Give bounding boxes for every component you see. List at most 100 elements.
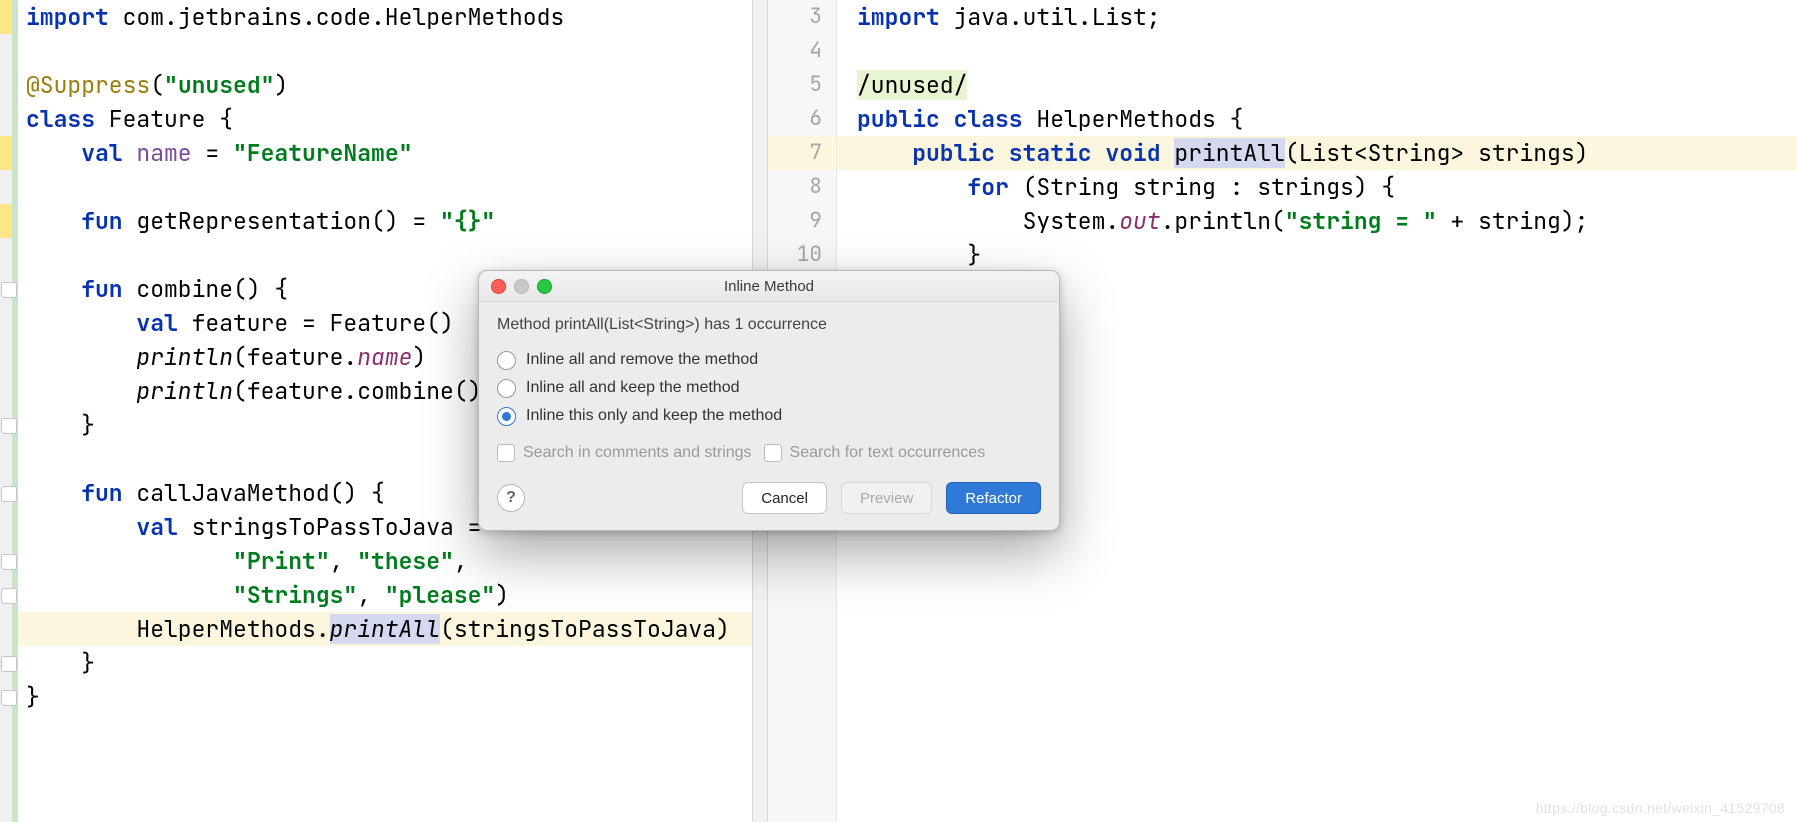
help-button[interactable]: ? bbox=[497, 484, 525, 512]
fold-icon[interactable] bbox=[1, 690, 17, 706]
code-token bbox=[26, 444, 40, 474]
code-token: (stringsToPassToJava) bbox=[440, 614, 730, 644]
checkbox-row: Search in comments and strings Search fo… bbox=[497, 444, 1041, 462]
radio-icon[interactable] bbox=[497, 379, 516, 398]
code-token: import bbox=[26, 2, 123, 32]
code-token: fun bbox=[81, 274, 136, 304]
code-line[interactable]: class Feature { bbox=[0, 102, 752, 136]
dialog-button-row: ? Cancel Preview Refactor bbox=[497, 482, 1041, 514]
code-line[interactable]: "Print", "these", bbox=[0, 544, 752, 578]
dialog-titlebar[interactable]: Inline Method bbox=[479, 271, 1059, 302]
code-token: class bbox=[26, 104, 109, 134]
code-token: = bbox=[192, 138, 233, 168]
code-line[interactable] bbox=[0, 34, 752, 68]
code-line[interactable] bbox=[837, 34, 1797, 68]
code-line[interactable]: import java.util.List; bbox=[837, 0, 1797, 34]
line-number: 10 bbox=[768, 238, 836, 272]
cancel-button[interactable]: Cancel bbox=[742, 482, 827, 514]
code-token: (String string : strings) { bbox=[1023, 172, 1396, 202]
code-line[interactable] bbox=[0, 170, 752, 204]
code-line[interactable]: public class HelperMethods { bbox=[837, 102, 1797, 136]
inline-method-dialog: Inline Method Method printAll(List<Strin… bbox=[478, 270, 1060, 531]
right-code-area[interactable]: import java.util.List; /unused/public cl… bbox=[837, 0, 1797, 272]
code-token: val bbox=[136, 512, 191, 542]
code-line[interactable] bbox=[0, 238, 752, 272]
fold-icon[interactable] bbox=[1, 486, 17, 502]
refactor-label: Refactor bbox=[965, 490, 1022, 507]
code-token: , bbox=[357, 580, 385, 610]
code-token: fun bbox=[81, 206, 136, 236]
code-token bbox=[26, 342, 136, 372]
code-line[interactable]: } bbox=[837, 238, 1797, 272]
code-line[interactable]: for (String string : strings) { bbox=[837, 170, 1797, 204]
code-line[interactable]: val name = "FeatureName" bbox=[0, 136, 752, 170]
code-token bbox=[857, 172, 967, 202]
line-number: 5 bbox=[768, 68, 836, 102]
close-icon[interactable] bbox=[491, 279, 506, 294]
code-token: val bbox=[136, 308, 191, 338]
code-token: "{}" bbox=[440, 206, 495, 236]
radio-icon[interactable] bbox=[497, 351, 516, 370]
code-token: println bbox=[136, 376, 233, 406]
code-token: name bbox=[357, 342, 412, 372]
code-token: , bbox=[330, 546, 358, 576]
radio-option[interactable]: Inline all and keep the method bbox=[497, 374, 1041, 402]
search-text-checkbox[interactable] bbox=[764, 444, 782, 462]
code-token: fun bbox=[81, 478, 136, 508]
fold-icon[interactable] bbox=[1, 418, 17, 434]
code-token: "unused" bbox=[164, 70, 274, 100]
line-number: 9 bbox=[768, 204, 836, 238]
code-line[interactable]: HelperMethods.printAll(stringsToPassToJa… bbox=[0, 612, 752, 646]
search-comments-checkbox[interactable] bbox=[497, 444, 515, 462]
fold-icon[interactable] bbox=[1, 656, 17, 672]
code-token: (List<String> strings) bbox=[1285, 138, 1589, 168]
code-line[interactable]: import com.jetbrains.code.HelperMethods bbox=[0, 0, 752, 34]
zoom-icon[interactable] bbox=[537, 279, 552, 294]
code-line[interactable]: } bbox=[0, 680, 752, 714]
fold-icon[interactable] bbox=[1, 588, 17, 604]
code-token: } bbox=[26, 648, 95, 678]
fold-icon[interactable] bbox=[1, 282, 17, 298]
code-line[interactable]: System.out.println("string = " + string)… bbox=[837, 204, 1797, 238]
radio-option[interactable]: Inline this only and keep the method bbox=[497, 402, 1041, 430]
change-marker bbox=[0, 136, 12, 170]
code-token: @Suppress bbox=[26, 70, 150, 100]
code-token: for bbox=[967, 172, 1022, 202]
code-token bbox=[26, 512, 136, 542]
code-token bbox=[26, 546, 233, 576]
code-token bbox=[26, 172, 40, 202]
code-line[interactable]: fun getRepresentation() = "{}" bbox=[0, 204, 752, 238]
fold-icon[interactable] bbox=[1, 554, 17, 570]
code-token: .println( bbox=[1161, 206, 1285, 236]
code-token: "string = " bbox=[1285, 206, 1437, 236]
code-token: HelperMethods. bbox=[26, 614, 330, 644]
dialog-body: Method printAll(List<String>) has 1 occu… bbox=[479, 302, 1059, 530]
radio-label: Inline this only and keep the method bbox=[526, 407, 782, 425]
code-line[interactable]: "Strings", "please") bbox=[0, 578, 752, 612]
code-token: println bbox=[136, 342, 233, 372]
code-line[interactable]: public static void printAll(List<String>… bbox=[837, 136, 1797, 170]
radio-label: Inline all and remove the method bbox=[526, 351, 758, 369]
code-token bbox=[26, 206, 81, 236]
code-token bbox=[26, 138, 81, 168]
code-token: val bbox=[81, 138, 136, 168]
code-line[interactable]: } bbox=[0, 646, 752, 680]
code-token: } bbox=[26, 410, 95, 440]
preview-label: Preview bbox=[860, 490, 913, 507]
code-token: } bbox=[857, 240, 981, 270]
preview-button[interactable]: Preview bbox=[841, 482, 932, 514]
radio-option[interactable]: Inline all and remove the method bbox=[497, 346, 1041, 374]
code-line[interactable]: @Suppress("unused") bbox=[0, 68, 752, 102]
refactor-button[interactable]: Refactor bbox=[946, 482, 1041, 514]
code-token: "FeatureName" bbox=[233, 138, 412, 168]
watermark: https://blog.csdn.net/weixin_41529708 bbox=[1536, 800, 1785, 816]
minimize-icon bbox=[514, 279, 529, 294]
change-marker bbox=[0, 0, 12, 34]
radio-label: Inline all and keep the method bbox=[526, 379, 739, 397]
code-token: System. bbox=[857, 206, 1119, 236]
code-line[interactable]: /unused/ bbox=[837, 68, 1797, 102]
radio-icon[interactable] bbox=[497, 407, 516, 426]
code-token: callJavaMethod() { bbox=[136, 478, 384, 508]
code-token: Feature { bbox=[109, 104, 233, 134]
code-token bbox=[857, 138, 912, 168]
